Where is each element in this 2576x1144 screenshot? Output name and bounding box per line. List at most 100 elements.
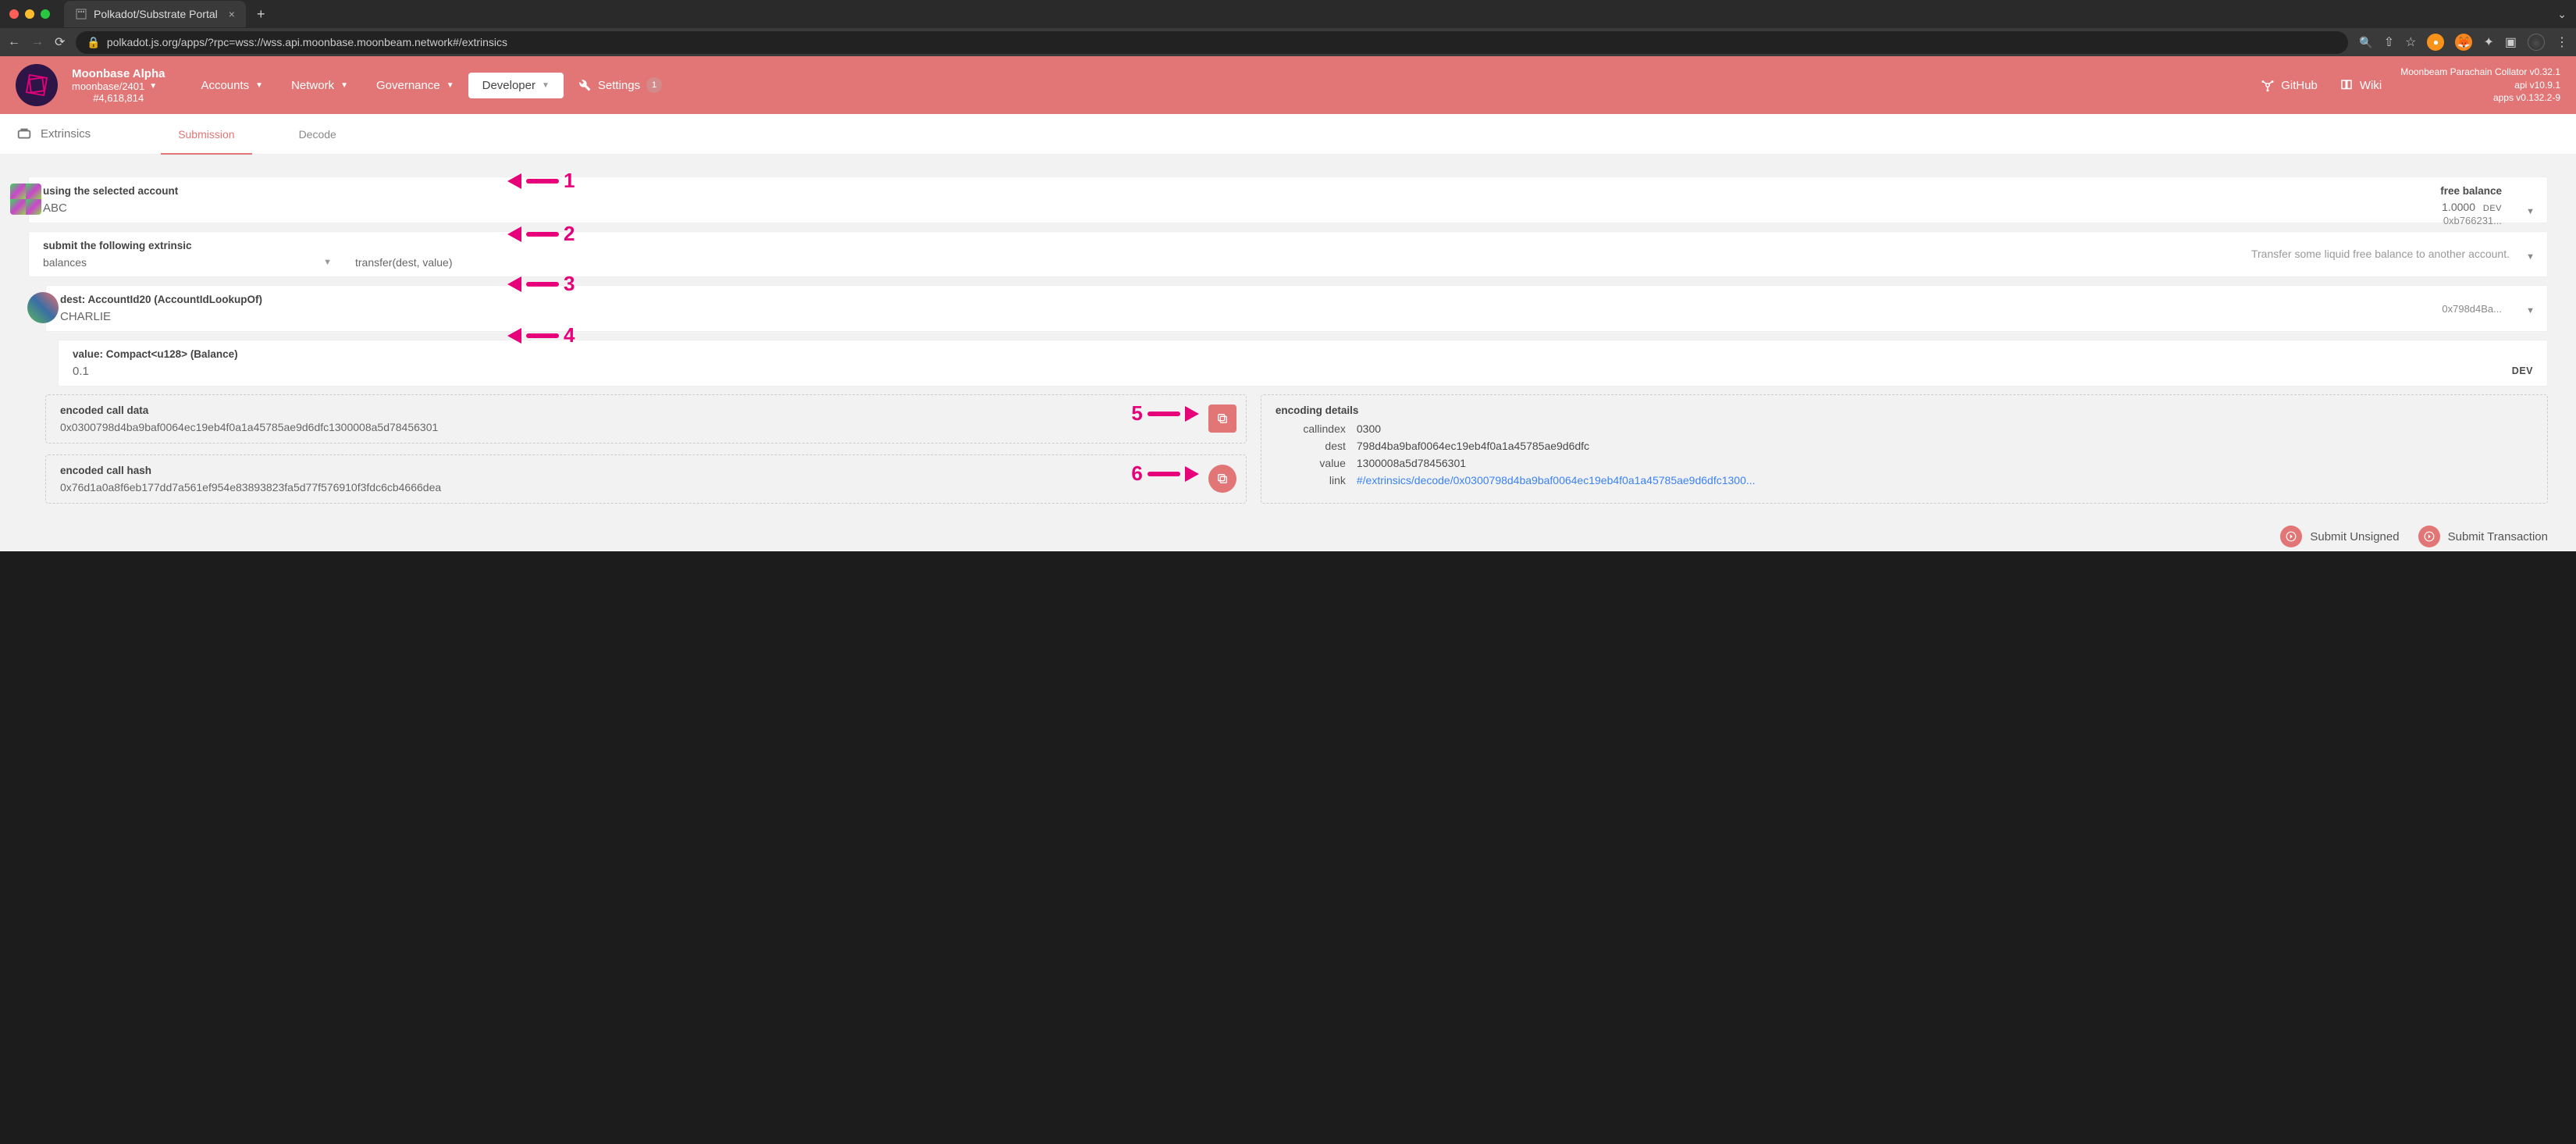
nav-back-button[interactable]: ← [8,35,20,49]
url-bar[interactable]: 🔒 polkadot.js.org/apps/?rpc=wss://wss.ap… [76,31,2348,54]
detail-value: 0300 [1357,422,2533,435]
nav-governance[interactable]: Governance▼ [362,73,468,98]
field-label: dest: AccountId20 (AccountIdLookupOf) [60,294,2533,305]
nav-label: Network [291,79,334,92]
window-maximize[interactable] [41,9,50,19]
field-label: value: Compact<u128> (Balance) [73,348,2533,360]
field-label: submit the following extrinsic [43,240,2533,251]
extension-icon[interactable]: ● [2427,34,2444,51]
chain-selector[interactable]: Moonbase Alpha moonbase/2401▼ #4,618,814 [72,67,165,104]
identicon [27,292,59,323]
chevron-down-icon[interactable]: ⌄ [2557,8,2567,21]
button-label: Submit Transaction [2448,530,2548,543]
close-icon[interactable]: × [229,8,235,20]
extensions-icon[interactable]: ✦ [2483,34,2493,50]
menu-icon[interactable]: ⋮ [2556,34,2568,50]
chain-name: Moonbase Alpha [72,67,165,80]
window-minimize[interactable] [25,9,34,19]
tab-submission[interactable]: Submission [161,114,251,155]
detail-key: dest [1276,440,1346,452]
chain-spec: moonbase/2401 [72,80,144,92]
annotation-label: 2 [564,222,575,246]
field-label: encoded call data [60,404,1232,416]
account-name: ABC [43,201,2533,215]
nav-label: Governance [376,79,440,92]
copy-button[interactable] [1208,465,1236,493]
arrow-icon [507,226,521,242]
tab-favicon [75,8,87,20]
chevron-down-icon: ▼ [542,81,550,90]
link-wiki[interactable]: Wiki [2339,78,2382,92]
method-name: transfer(dest, value) [355,256,453,269]
browser-tab[interactable]: Polkadot/Substrate Portal × [64,1,246,27]
submit-icon [2418,526,2440,547]
nav-label: Settings [598,79,640,92]
token-suffix: DEV [2512,365,2533,376]
encoded-call-data: 5 encoded call data 0x0300798d4ba9baf006… [45,394,1247,444]
nav-label: Accounts [201,79,249,92]
account-address: 0xb766231... [2443,215,2502,226]
account-selector[interactable]: using the selected account ABC free bala… [28,176,2548,223]
detail-key: link [1276,474,1346,486]
share-icon[interactable]: ⇧ [2384,34,2394,50]
app-logo[interactable] [16,64,58,106]
breadcrumb-tabs: Extrinsics Submission Decode [0,114,2576,155]
panel-icon[interactable]: ▣ [2505,34,2517,50]
dest-name: CHARLIE [60,310,2533,323]
new-tab-button[interactable]: + [257,6,265,23]
app-header: Moonbase Alpha moonbase/2401▼ #4,618,814… [0,56,2576,114]
version-info: Moonbeam Parachain Collator v0.32.1 api … [2400,66,2560,105]
lock-icon: 🔒 [87,36,100,49]
chevron-down-icon: ▼ [2526,306,2535,315]
balance-currency: DEV [2483,204,2502,213]
submit-icon [2280,526,2302,547]
chevron-down-icon: ▼ [2526,252,2535,262]
submit-transaction-button[interactable]: Submit Transaction [2418,526,2548,547]
nav-developer[interactable]: Developer▼ [468,73,564,98]
version-collator: Moonbeam Parachain Collator v0.32.1 [2400,66,2560,79]
window-close[interactable] [9,9,19,19]
search-icon[interactable]: 🔍 [2359,36,2372,49]
dest-selector[interactable]: dest: AccountId20 (AccountIdLookupOf) CH… [45,285,2548,332]
detail-value: 1300008a5d78456301 [1357,457,2533,469]
github-icon [2261,78,2275,92]
arrow-icon [1185,406,1199,422]
reload-button[interactable]: ⟳ [55,34,65,50]
version-apps: apps v0.132.2-9 [2400,91,2560,105]
detail-value: 798d4ba9baf0064ec19eb4f0a1a45785ae9d6dfc [1357,440,2533,452]
encoded-call-data-value: 0x0300798d4ba9baf0064ec19eb4f0a1a45785ae… [60,421,1232,433]
nav-accounts[interactable]: Accounts▼ [187,73,277,98]
tab-decode[interactable]: Decode [282,114,354,155]
annotation-label: 4 [564,323,575,347]
extension-icon[interactable]: 🦊 [2455,34,2472,51]
link-github[interactable]: GitHub [2261,78,2318,92]
nav-settings[interactable]: Settings 1 [578,77,662,93]
page-title: Extrinsics [41,127,91,141]
dest-address: 0x798d4Ba... [2442,303,2502,315]
tab-label: Decode [299,128,336,141]
copy-button[interactable] [1208,404,1236,433]
window-controls [9,9,50,19]
arrow-icon [507,328,521,344]
method-description: Transfer some liquid free balance to ano… [2251,248,2510,260]
block-number: #4,618,814 [93,92,144,104]
link-label: GitHub [2281,79,2318,92]
encoded-call-hash-value: 0x76d1a0a8f6eb177dd7a561ef954e83893823fa… [60,481,1232,494]
nav-forward-button[interactable]: → [31,35,44,49]
extrinsic-selector[interactable]: submit the following extrinsic balances … [28,231,2548,277]
detail-key: value [1276,457,1346,469]
browser-toolbar: ← → ⟳ 🔒 polkadot.js.org/apps/?rpc=wss://… [0,28,2576,56]
value-input[interactable]: value: Compact<u128> (Balance) 0.1 DEV [58,340,2548,387]
copy-icon [1216,472,1229,485]
value-amount: 0.1 [73,365,2533,378]
url-text: polkadot.js.org/apps/?rpc=wss://wss.api.… [107,36,507,48]
annotation-label: 5 [1131,401,1142,426]
annotation-label: 6 [1131,462,1142,486]
nav-network[interactable]: Network▼ [277,73,362,98]
annotation-label: 3 [564,272,575,296]
bookmark-icon[interactable]: ☆ [2405,34,2416,50]
arrow-icon [507,276,521,292]
submit-unsigned-button[interactable]: Submit Unsigned [2280,526,2399,547]
decode-link[interactable]: #/extrinsics/decode/0x0300798d4ba9baf006… [1357,474,2533,486]
profile-icon[interactable]: ◉ [2528,34,2545,51]
